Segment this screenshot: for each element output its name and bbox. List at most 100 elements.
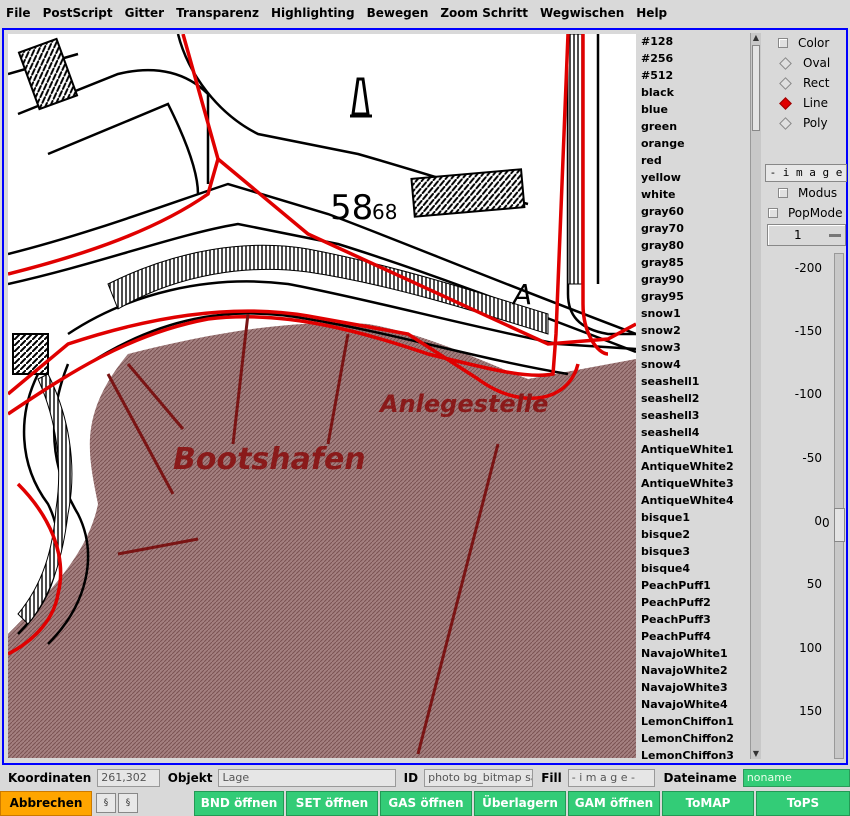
color-list-item[interactable]: black [638, 84, 750, 101]
scroll-up-arrow-icon[interactable]: ▲ [751, 33, 761, 43]
work-area: 58 68 A Bootshafen Anlegestelle #128 #256… [2, 28, 848, 781]
color-list-item[interactable]: PeachPuff4 [638, 628, 750, 645]
color-list-item[interactable]: PeachPuff2 [638, 594, 750, 611]
color-list-item[interactable]: LemonChiffon3 [638, 747, 750, 759]
harbor-water [8, 323, 636, 758]
color-list-item[interactable]: #256 [638, 50, 750, 67]
color-list-item[interactable]: PeachPuff1 [638, 577, 750, 594]
color-list-item[interactable]: #512 [638, 67, 750, 84]
menu-postscript[interactable]: PostScript [37, 2, 119, 24]
color-checkbox[interactable] [778, 38, 788, 48]
modus-checkbox[interactable] [778, 188, 788, 198]
link-icon[interactable]: § [118, 793, 138, 813]
shape-line-row[interactable]: Line [762, 93, 846, 113]
fill-field[interactable]: - i m a g e - [567, 769, 656, 787]
color-list-item[interactable]: AntiqueWhite4 [638, 492, 750, 509]
bnd-open-button[interactable]: BND öffnen [194, 791, 284, 816]
step-spinner[interactable]: 1 [767, 224, 846, 246]
poly-radio[interactable] [779, 116, 792, 130]
koordinaten-field[interactable]: 261,302 [97, 769, 160, 787]
color-list-item[interactable]: NavajoWhite3 [638, 679, 750, 696]
color-list-item[interactable]: NavajoWhite4 [638, 696, 750, 713]
spinner-button[interactable] [829, 234, 841, 237]
tomap-button[interactable]: ToMAP [662, 791, 754, 816]
map-drawing[interactable]: 58 68 A Bootshafen Anlegestelle [8, 34, 636, 758]
color-list-item[interactable]: yellow [638, 169, 750, 186]
offset-slider-thumb[interactable] [834, 508, 845, 542]
menu-gitter[interactable]: Gitter [119, 2, 171, 24]
color-list-item[interactable]: bisque3 [638, 543, 750, 560]
menu-bewegen[interactable]: Bewegen [361, 2, 435, 24]
line-radio[interactable] [779, 96, 792, 110]
color-list-item[interactable]: gray60 [638, 203, 750, 220]
overlay-button[interactable]: Überlagern [474, 791, 566, 816]
color-list-item[interactable]: seashell2 [638, 390, 750, 407]
building-2 [17, 37, 79, 111]
color-list-item[interactable]: gray70 [638, 220, 750, 237]
popmode-row[interactable]: PopMode [762, 203, 846, 223]
objekt-field[interactable]: Lage [218, 769, 396, 787]
link-icon[interactable]: § [96, 793, 116, 813]
map-canvas[interactable]: 58 68 A Bootshafen Anlegestelle [8, 34, 636, 758]
popmode-checkbox[interactable] [768, 208, 778, 218]
color-list-scrollbar[interactable]: ▲ ▼ [750, 33, 761, 759]
scrollbar-thumb[interactable] [752, 45, 760, 131]
color-list-item[interactable]: AntiqueWhite2 [638, 458, 750, 475]
color-list-item[interactable]: LemonChiffon1 [638, 713, 750, 730]
color-list-item[interactable]: PeachPuff3 [638, 611, 750, 628]
monument-symbol [350, 77, 372, 118]
color-list-item[interactable]: bisque4 [638, 560, 750, 577]
color-list-item[interactable]: gray95 [638, 288, 750, 305]
gam-open-button[interactable]: GAM öffnen [568, 791, 660, 816]
menu-file[interactable]: File [0, 2, 37, 24]
poly-label: Poly [803, 116, 828, 130]
color-list-item[interactable]: snow1 [638, 305, 750, 322]
map-label-harbor: Bootshafen [173, 442, 366, 477]
shape-oval-row[interactable]: Oval [762, 53, 846, 73]
menu-wegwischen[interactable]: Wegwischen [534, 2, 630, 24]
offset-slider-track[interactable] [834, 253, 844, 759]
color-list-item[interactable]: gray90 [638, 271, 750, 288]
rect-radio[interactable] [779, 76, 792, 90]
color-list-item[interactable]: red [638, 152, 750, 169]
color-list-item[interactable]: snow4 [638, 356, 750, 373]
menu-help[interactable]: Help [630, 2, 673, 24]
scroll-down-arrow-icon[interactable]: ▼ [751, 749, 761, 759]
color-list-item[interactable]: bisque2 [638, 526, 750, 543]
color-list-item[interactable]: seashell4 [638, 424, 750, 441]
color-list-item[interactable]: bisque1 [638, 509, 750, 526]
set-open-button[interactable]: SET öffnen [286, 791, 378, 816]
oval-radio[interactable] [779, 56, 792, 70]
color-list-item[interactable]: NavajoWhite2 [638, 662, 750, 679]
shape-poly-row[interactable]: Poly [762, 113, 846, 133]
color-list-item[interactable]: snow2 [638, 322, 750, 339]
color-list-item[interactable]: AntiqueWhite1 [638, 441, 750, 458]
scale-tick: -100 [794, 387, 822, 401]
color-list[interactable]: #128 #256 #512 black blue green orange red yello… [638, 33, 750, 759]
color-checkbox-row[interactable]: Color [762, 33, 846, 53]
color-list-item[interactable]: NavajoWhite1 [638, 645, 750, 662]
dateiname-field[interactable]: noname [742, 769, 850, 787]
color-list-item[interactable]: gray85 [638, 254, 750, 271]
color-list-item[interactable]: gray80 [638, 237, 750, 254]
tops-button[interactable]: ToPS [756, 791, 850, 816]
color-list-item[interactable]: seashell3 [638, 407, 750, 424]
color-list-item[interactable]: green [638, 118, 750, 135]
id-field[interactable]: photo bg_bitmap sa [424, 769, 534, 787]
menu-highlighting[interactable]: Highlighting [265, 2, 361, 24]
color-list-item[interactable]: LemonChiffon2 [638, 730, 750, 747]
color-list-item[interactable]: seashell1 [638, 373, 750, 390]
color-list-item[interactable]: blue [638, 101, 750, 118]
shape-rect-row[interactable]: Rect [762, 73, 846, 93]
menu-zoom-schritt[interactable]: Zoom Schritt [434, 2, 534, 24]
menu-transparenz[interactable]: Transparenz [170, 2, 265, 24]
color-list-item[interactable]: AntiqueWhite3 [638, 475, 750, 492]
color-list-item[interactable]: snow3 [638, 339, 750, 356]
color-list-item[interactable]: #128 [638, 33, 750, 50]
cancel-button[interactable]: Abbrechen [0, 791, 92, 816]
color-list-item[interactable]: white [638, 186, 750, 203]
modus-row[interactable]: Modus [762, 183, 846, 203]
color-list-item[interactable]: orange [638, 135, 750, 152]
image-fill-field[interactable]: - i m a g e - [765, 164, 847, 195]
gas-open-button[interactable]: GAS öffnen [380, 791, 472, 816]
